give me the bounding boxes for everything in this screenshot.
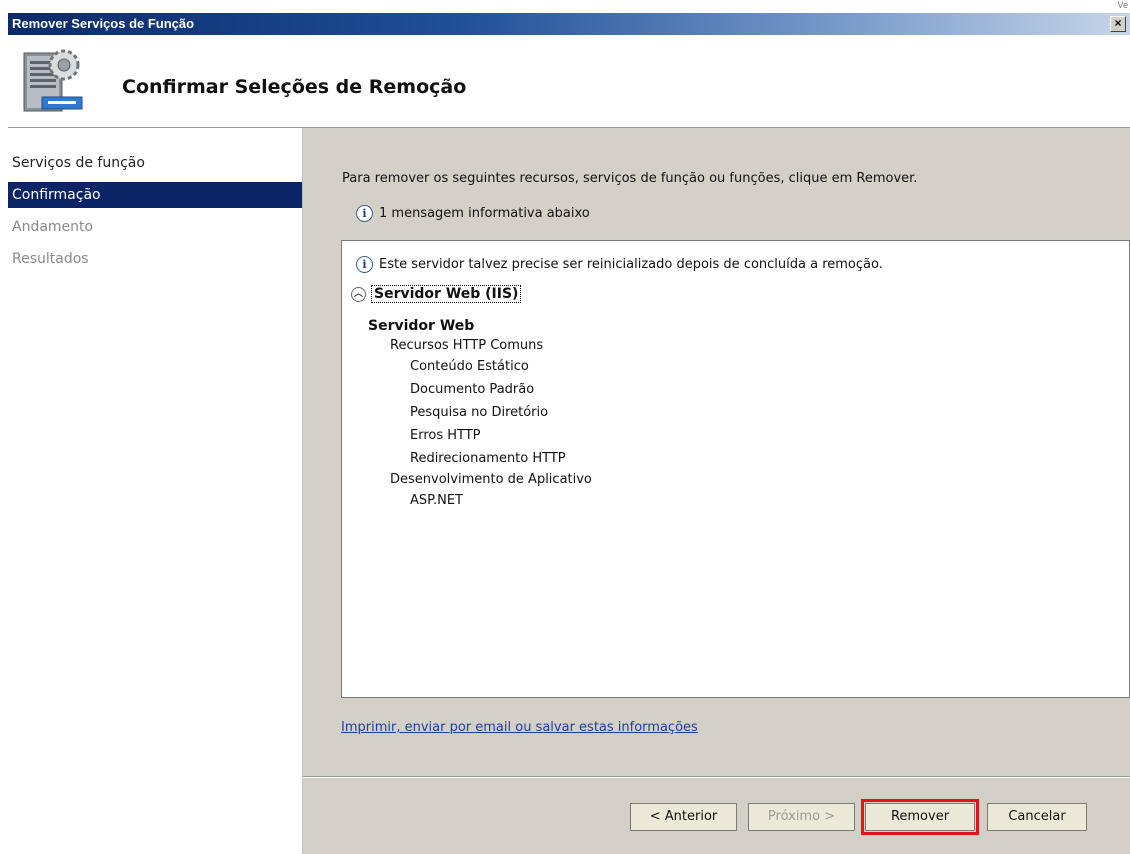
print-save-link[interactable]: Imprimir, enviar por email ou salvar est… — [341, 720, 698, 735]
tree-item: Documento Padrão — [410, 382, 535, 397]
chevron-up-icon[interactable]: ︿ — [351, 286, 366, 302]
window-titlebar: Remover Serviços de Função × — [8, 13, 1130, 35]
info-icon: i — [356, 256, 373, 273]
sidebar-item-resultados: Resultados — [12, 251, 89, 267]
section-header[interactable]: ︿ Servidor Web (IIS) — [351, 285, 522, 303]
tree-item: Pesquisa no Diretório — [410, 405, 549, 420]
tree-item: Conteúdo Estático — [410, 359, 529, 374]
tree-group: Desenvolvimento de Aplicativo — [390, 472, 592, 487]
page-title: Confirmar Seleções de Remoção — [122, 76, 467, 98]
main-panel: Para remover os seguintes recursos, serv… — [303, 128, 1130, 854]
info-count-line: i 1 mensagem informativa abaixo — [356, 205, 590, 222]
sidebar-item-andamento: Andamento — [12, 219, 94, 235]
tree-root: Servidor Web — [368, 318, 475, 334]
tree-item: ASP.NET — [410, 493, 463, 508]
sidebar-item-servicos[interactable]: Serviços de função — [8, 150, 302, 176]
tree-group: Recursos HTTP Comuns — [390, 338, 544, 353]
removal-tree: Servidor Web Recursos HTTP Comuns Conteú… — [368, 317, 592, 512]
sidebar-item-confirmacao[interactable]: Confirmação — [8, 182, 302, 208]
info-count-text: 1 mensagem informativa abaixo — [379, 206, 590, 221]
remove-button[interactable]: Remover — [861, 799, 979, 835]
section-title: Servidor Web (IIS) — [371, 285, 522, 303]
cancel-button[interactable]: Cancelar — [987, 803, 1087, 831]
divider — [303, 776, 1130, 778]
info-icon: i — [356, 205, 373, 222]
summary-box[interactable]: i Este servidor talvez precise ser reinic… — [341, 240, 1130, 698]
wizard-header: Confirmar Seleções de Remoção — [8, 35, 1130, 128]
intro-text: Para remover os seguintes recursos, serv… — [342, 171, 918, 186]
tree-item: Erros HTTP — [410, 428, 481, 443]
previous-button[interactable]: < Anterior — [630, 803, 737, 831]
close-icon[interactable]: × — [1110, 16, 1126, 32]
info-message: Este servidor talvez precise ser reinici… — [379, 257, 883, 272]
next-button[interactable]: Próximo > — [748, 803, 855, 831]
window-title: Remover Serviços de Função — [12, 16, 195, 31]
wizard-sidebar: Serviços de função Confirmação Andamento… — [8, 128, 303, 854]
info-message-line: i Este servidor talvez precise ser reinic… — [356, 256, 883, 273]
tree-item: Redirecionamento HTTP — [410, 451, 566, 466]
server-gear-icon — [23, 49, 83, 112]
corner-text: Ve — [1117, 0, 1128, 10]
